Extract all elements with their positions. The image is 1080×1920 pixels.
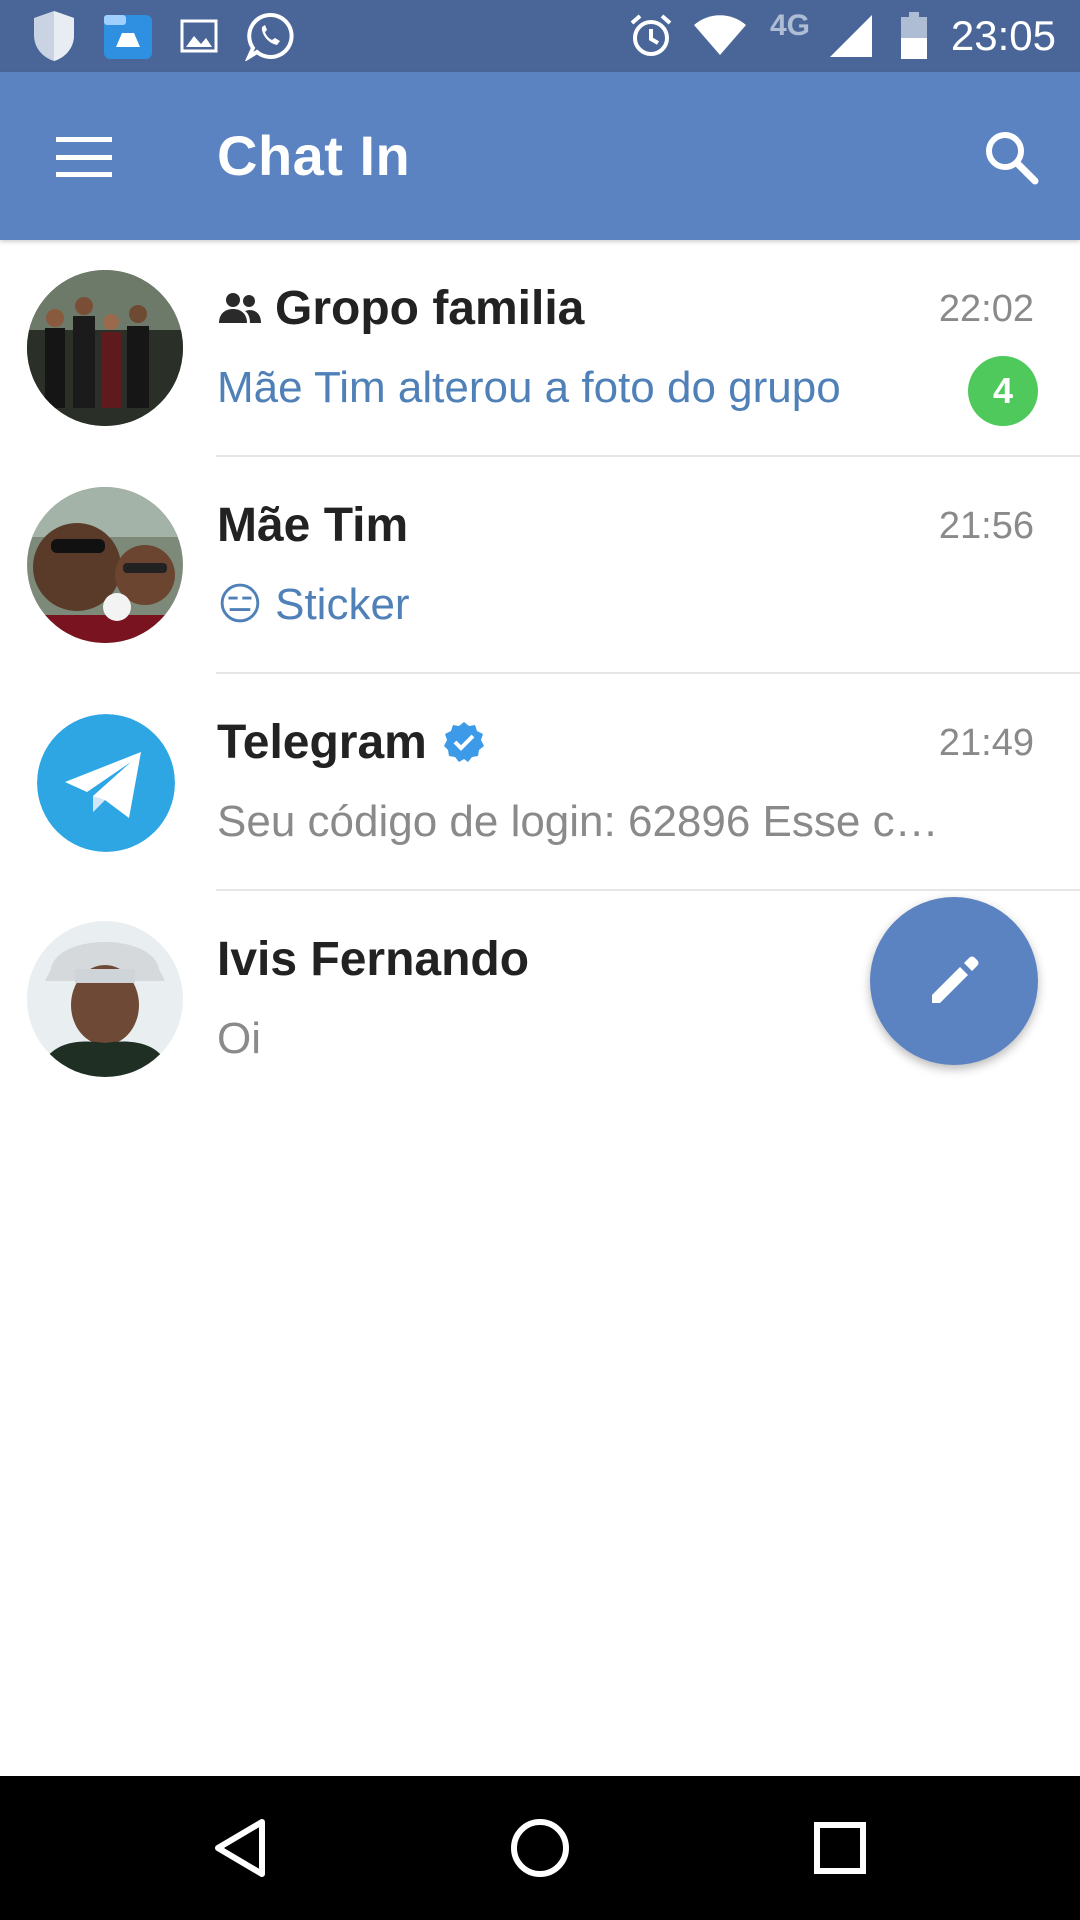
- app-bar: Chat In: [0, 72, 1080, 240]
- chat-name-row: Gropo familia: [217, 278, 584, 338]
- chat-name: Gropo familia: [275, 281, 585, 335]
- compose-button[interactable]: [870, 897, 1038, 1065]
- unread-badge: 4: [968, 356, 1038, 426]
- chat-time: 21:49: [938, 722, 1034, 764]
- recents-icon: [814, 1822, 866, 1874]
- avatar: [27, 921, 183, 1077]
- menu-icon: [56, 137, 112, 177]
- back-button[interactable]: [170, 1776, 310, 1920]
- home-button[interactable]: [470, 1776, 610, 1920]
- menu-button[interactable]: [28, 112, 138, 202]
- chat-time: 21:56: [938, 505, 1034, 547]
- chat-name: Mãe Tim: [217, 498, 409, 552]
- search-button[interactable]: [966, 112, 1056, 202]
- signal-icon: [826, 0, 876, 72]
- sticker-emoji: 😑: [217, 580, 263, 629]
- gallery-icon: [176, 0, 222, 72]
- chat-last-message: 😑 Sticker: [217, 575, 990, 635]
- chat-name: Telegram: [217, 715, 427, 769]
- chat-item-telegram[interactable]: Telegram 21:49 Seu código de login: 6289…: [0, 674, 1080, 891]
- chat-name: Ivis Fernando: [217, 932, 530, 986]
- chat-last-message: Mãe Tim alterou a foto do grupo: [217, 363, 841, 412]
- sticker-label: Sticker: [275, 580, 410, 629]
- chat-name-row: Ivis Fernando: [217, 929, 529, 989]
- verified-icon: [443, 721, 485, 763]
- alarm-icon: [626, 0, 676, 72]
- battery-icon: [896, 0, 932, 72]
- chat-time: 22:02: [938, 288, 1034, 330]
- app-title: Chat In: [217, 124, 411, 187]
- wifi-icon: [690, 0, 750, 72]
- avatar: [27, 487, 183, 643]
- chat-last-message: Seu código de login: 62896 Esse c…: [217, 797, 939, 846]
- group-icon: [217, 291, 263, 325]
- navigation-bar: [0, 1776, 1080, 1920]
- search-icon: [986, 132, 1039, 185]
- chat-name-row: Mãe Tim: [217, 495, 408, 555]
- whatsapp-icon: [242, 0, 298, 72]
- telegram-logo-icon: [37, 714, 175, 852]
- network-type-label: 4G: [769, 9, 811, 42]
- chat-item-mae-tim[interactable]: Mãe Tim 21:56 😑 Sticker: [0, 457, 1080, 674]
- status-bar: 4G 23:05: [0, 0, 1080, 72]
- avatar: [27, 270, 183, 426]
- pencil-icon: [932, 956, 979, 1003]
- chat-last-message: Oi: [217, 1014, 261, 1063]
- recents-button[interactable]: [770, 1776, 910, 1920]
- chat-name-row: Telegram: [217, 712, 485, 772]
- file-manager-icon: [100, 0, 156, 72]
- home-icon: [511, 1819, 569, 1877]
- shield-icon: [26, 0, 82, 72]
- back-icon: [215, 1819, 265, 1877]
- status-time: 23:05: [950, 12, 1056, 59]
- chat-item-gropo-familia[interactable]: Gropo familia 22:02 Mãe Tim alterou a fo…: [0, 240, 1080, 457]
